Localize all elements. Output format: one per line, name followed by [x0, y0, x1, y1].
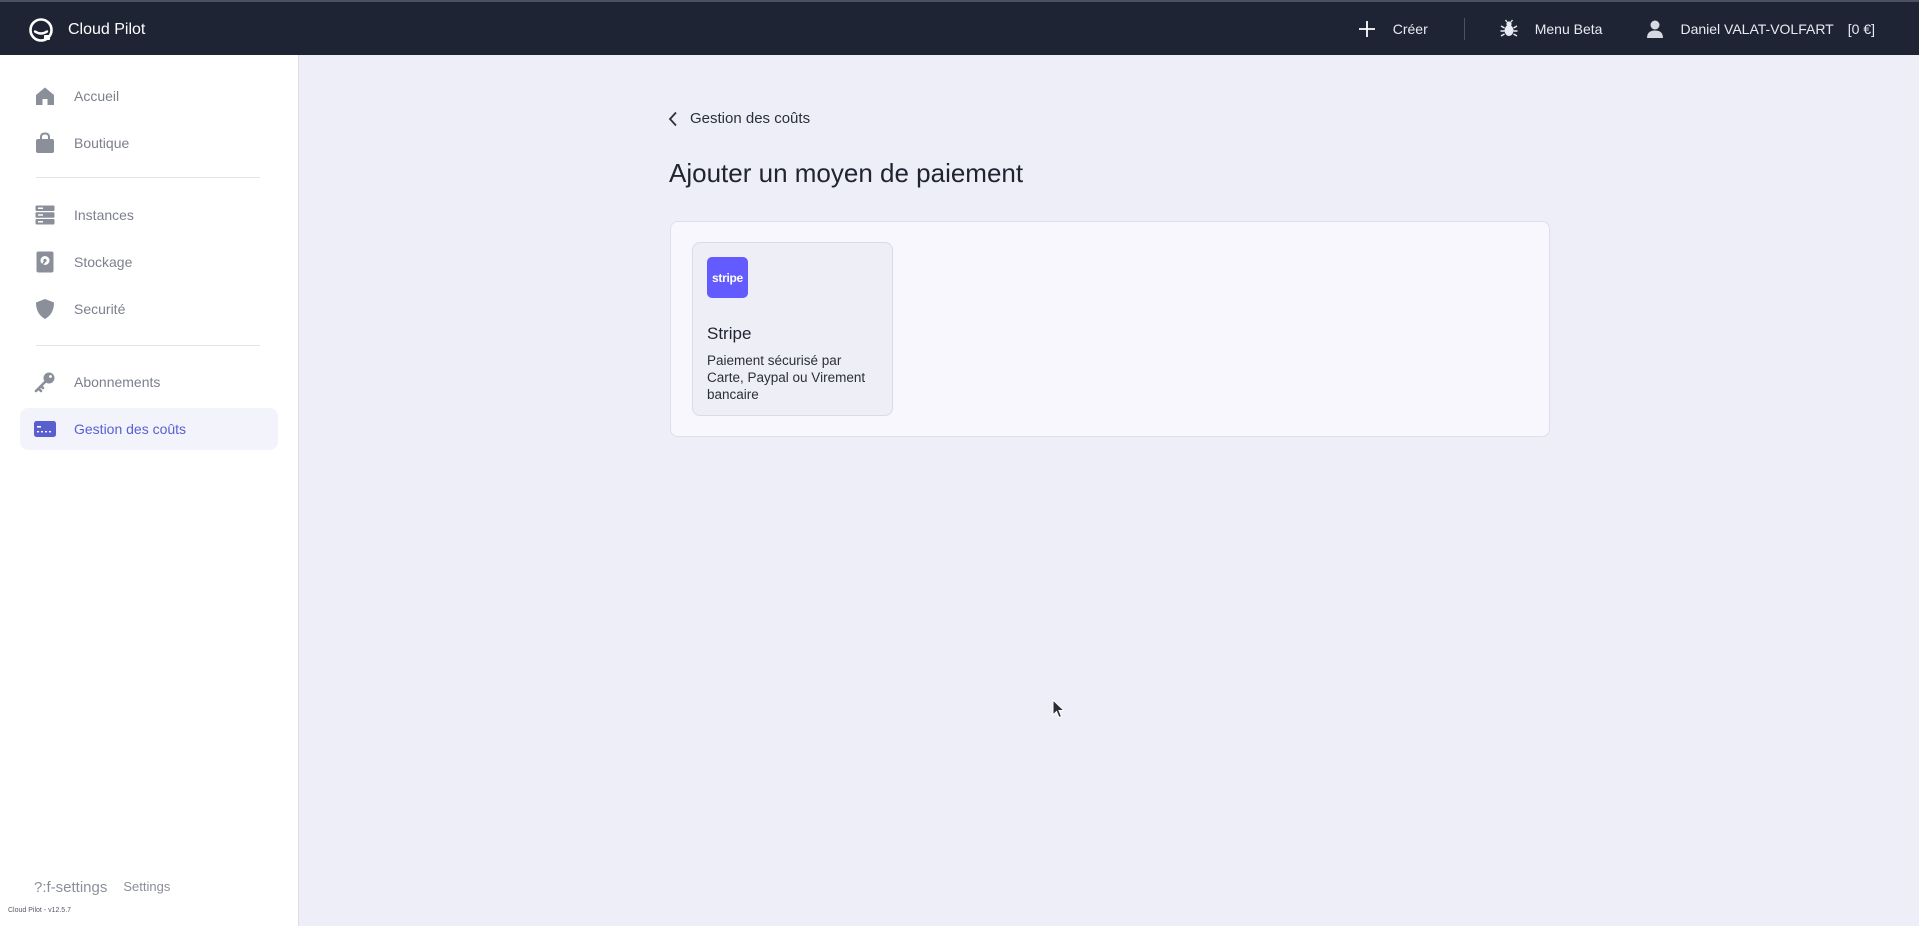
sidebar: Accueil Boutique Instances Stockage Secu…: [0, 55, 299, 926]
home-icon: [34, 85, 56, 107]
server-icon: [34, 204, 56, 226]
sidebar-footer: ?:f-settings Settings: [34, 879, 170, 896]
sidebar-item-securite[interactable]: Securité: [20, 288, 278, 330]
sidebar-item-boutique[interactable]: Boutique: [20, 122, 278, 164]
app-name: Cloud Pilot: [68, 21, 146, 38]
plus-icon: [1358, 20, 1375, 37]
sidebar-divider: [36, 345, 260, 346]
shield-icon: [34, 298, 56, 320]
account-balance: [0 €]: [1847, 20, 1875, 37]
cloud-pilot-logo-icon: [29, 18, 53, 42]
page-title: Ajouter un moyen de paiement: [669, 158, 1024, 188]
sidebar-item-label: Gestion des coûts: [74, 421, 187, 437]
credit-card-icon: [34, 418, 56, 440]
sidebar-divider: [36, 177, 260, 178]
app-version: Cloud Pilot - v12.5.7: [8, 907, 72, 914]
top-bar: Cloud Pilot Créer Menu Beta Daniel VALAT…: [0, 0, 1919, 55]
sidebar-item-label: Securité: [74, 301, 126, 317]
shopping-bag-icon: [34, 132, 56, 154]
payment-methods-panel: stripe Stripe Paiement sécurisé par Cart…: [670, 221, 1550, 437]
payment-method-name: Stripe: [707, 324, 752, 343]
sidebar-item-label: Abonnements: [74, 374, 161, 390]
top-actions: Créer Menu Beta Daniel VALAT-VOLFART [0 …: [1357, 2, 1875, 55]
sidebar-item-label: Stockage: [74, 254, 133, 270]
sidebar-item-label: Accueil: [74, 88, 120, 104]
stripe-logo-icon: stripe: [707, 257, 748, 298]
sidebar-item-stockage[interactable]: Stockage: [20, 241, 278, 283]
create-label: Créer: [1392, 20, 1428, 37]
user-icon: [1647, 20, 1664, 38]
sidebar-item-instances[interactable]: Instances: [20, 194, 278, 236]
back-link-label: Gestion des coûts: [690, 110, 811, 127]
sidebar-item-label: Instances: [74, 207, 134, 223]
settings-link[interactable]: Settings: [123, 879, 170, 896]
key-icon: [34, 371, 56, 393]
back-link[interactable]: Gestion des coûts: [668, 110, 810, 127]
sidebar-item-label: Boutique: [74, 135, 130, 151]
topbar-divider: [1463, 17, 1465, 40]
payment-method-card-stripe[interactable]: stripe Stripe Paiement sécurisé par Cart…: [692, 242, 893, 416]
settings-icon-glyph: ?:f-settings: [34, 879, 108, 896]
disk-icon: [34, 251, 56, 273]
chevron-left-icon: [668, 111, 677, 126]
sidebar-item-accueil[interactable]: Accueil: [20, 75, 278, 117]
payment-method-description: Paiement sécurisé par Carte, Paypal ou V…: [707, 353, 866, 402]
sidebar-item-gestion-des-couts[interactable]: Gestion des coûts: [20, 408, 278, 450]
sidebar-item-abonnements[interactable]: Abonnements: [20, 361, 278, 403]
mouse-cursor-icon: [1052, 699, 1066, 719]
beta-menu-label: Menu Beta: [1534, 20, 1603, 37]
brand[interactable]: Cloud Pilot: [28, 17, 145, 43]
bug-icon: [1500, 19, 1518, 37]
beta-menu-button[interactable]: Menu Beta: [1499, 19, 1603, 39]
create-button[interactable]: Créer: [1357, 19, 1428, 39]
user-menu-button[interactable]: Daniel VALAT-VOLFART: [1646, 19, 1834, 39]
user-name: Daniel VALAT-VOLFART: [1680, 20, 1834, 37]
